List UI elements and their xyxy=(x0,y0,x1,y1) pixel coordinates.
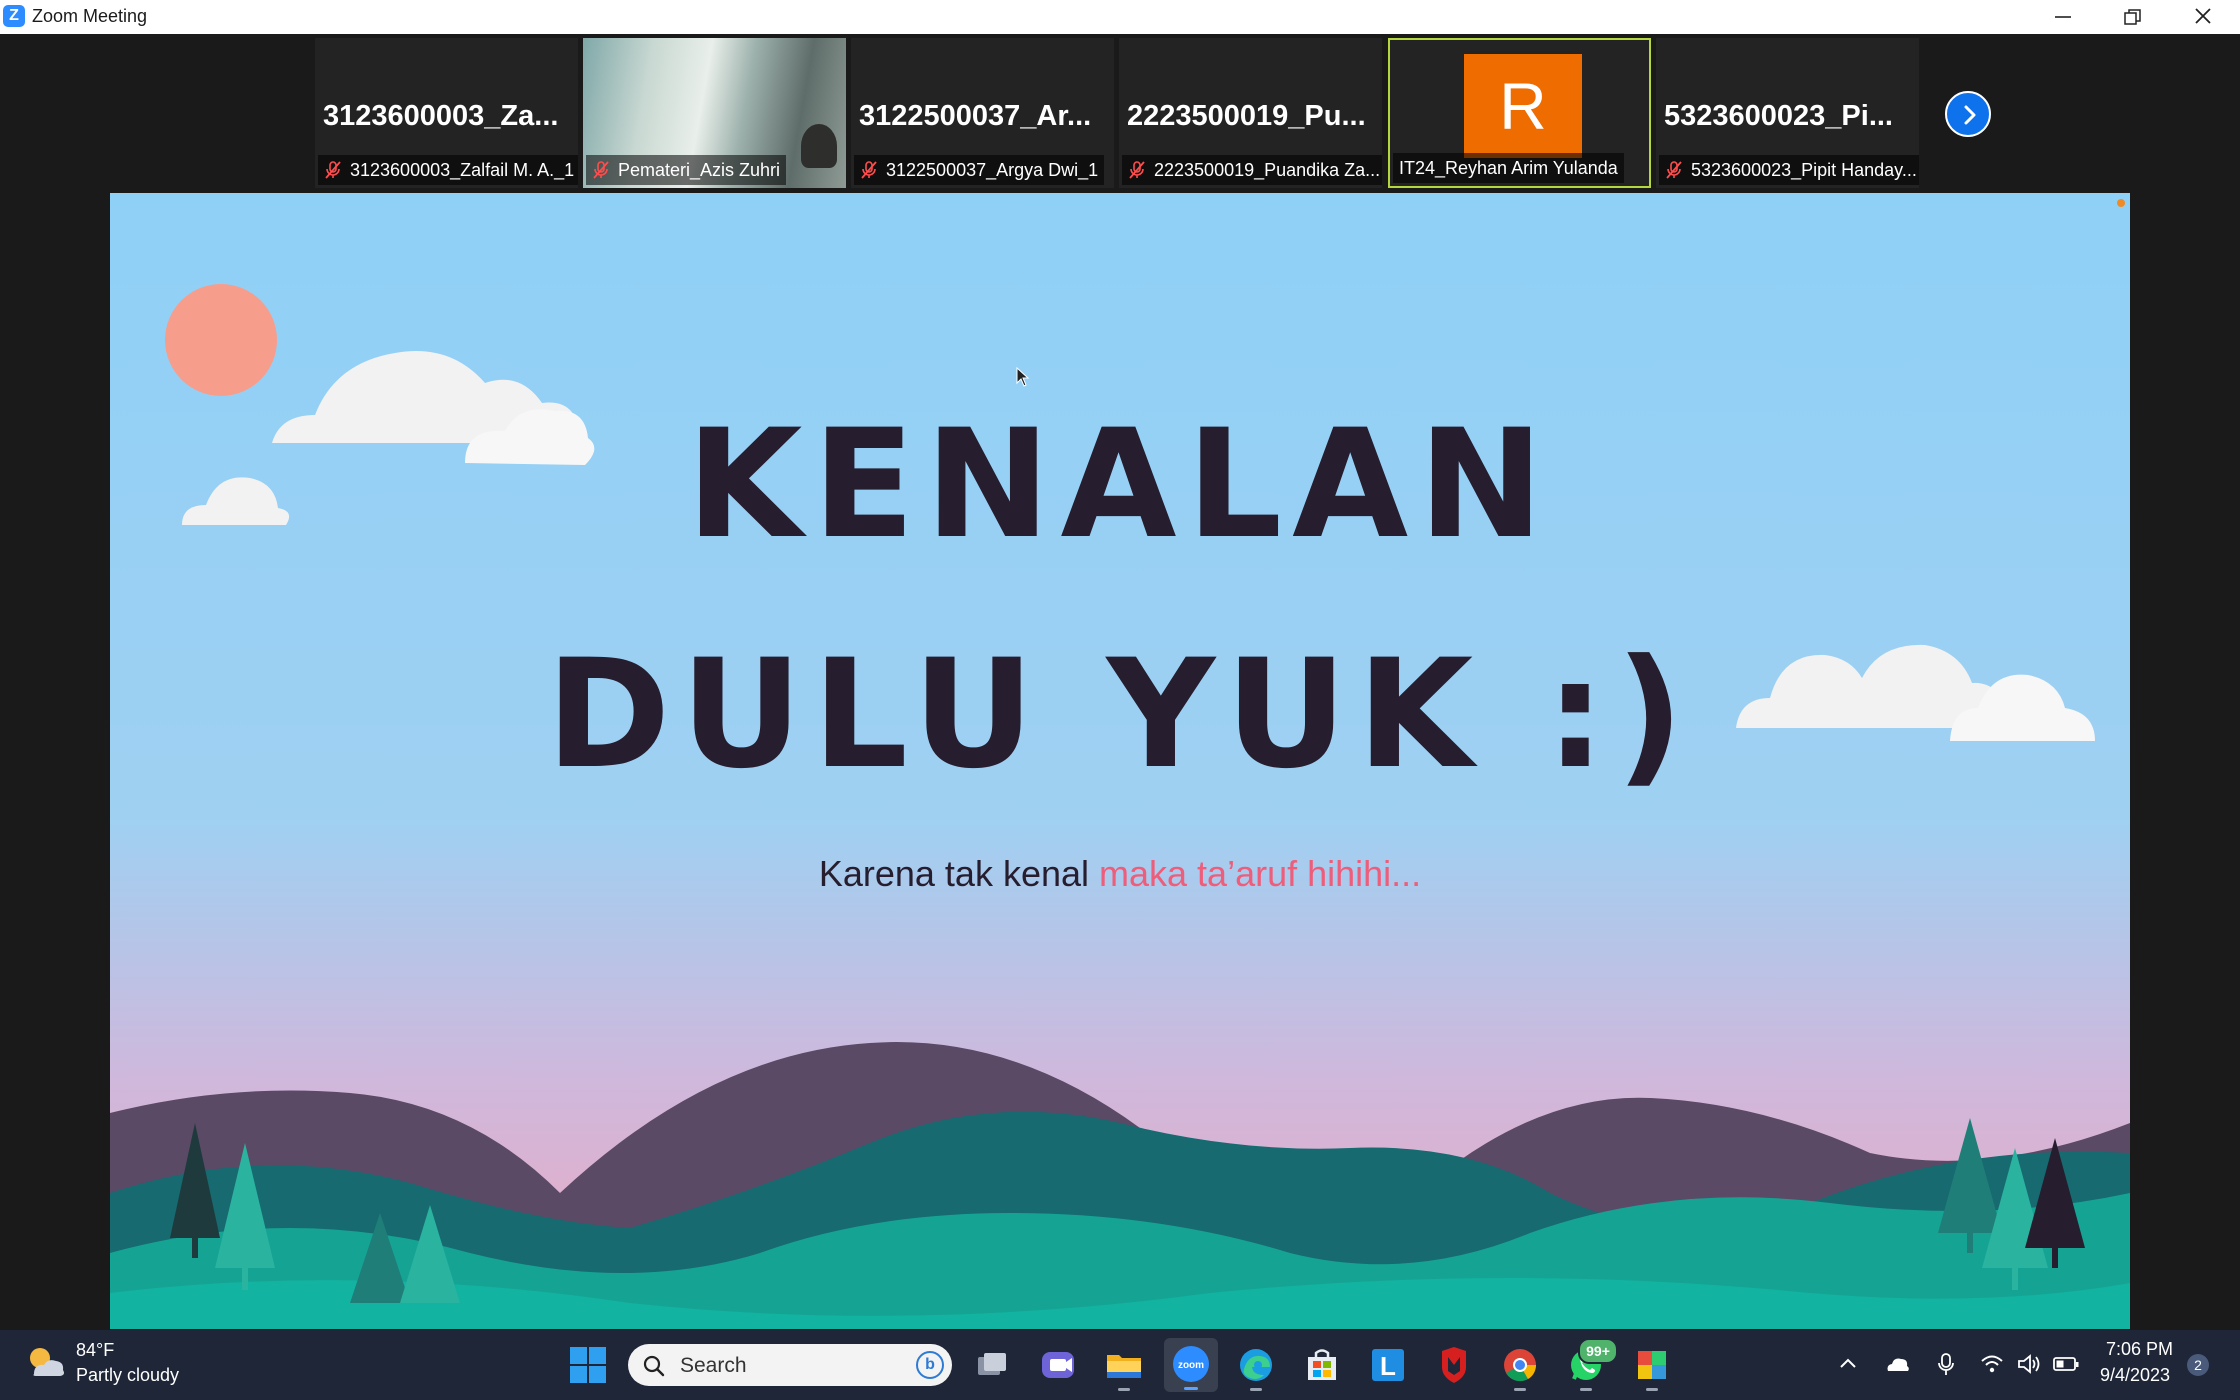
taskbar-search[interactable]: Search b xyxy=(628,1344,952,1386)
zoom-app-button[interactable]: zoom xyxy=(1164,1338,1218,1392)
participant-label-text: 5323600023_Pipit Handay... xyxy=(1691,160,1917,180)
shared-screen-slide: KENALAN DULU YUK :) Karena tak kenal mak… xyxy=(110,193,2130,1329)
zoom-app-icon: Z xyxy=(3,5,25,27)
participant-tile-video[interactable]: Pemateri_Azis Zuhri xyxy=(583,38,846,188)
participant-label-text: IT24_Reyhan Arim Yulanda xyxy=(1399,158,1618,178)
microphone-icon[interactable] xyxy=(1936,1352,1956,1378)
subtitle-main: Karena tak kenal xyxy=(818,853,1100,894)
participant-name: 5323600023_Pi... xyxy=(1664,100,1893,132)
store-icon[interactable] xyxy=(1302,1345,1342,1385)
svg-text:L: L xyxy=(1380,1351,1396,1381)
weather-description[interactable]: Partly cloudy xyxy=(76,1365,179,1386)
participant-label: Pemateri_Azis Zuhri xyxy=(586,155,787,185)
mic-muted-icon xyxy=(861,161,877,179)
onedrive-icon[interactable] xyxy=(1884,1352,1910,1376)
participant-label: IT24_Reyhan Arim Yulanda xyxy=(1393,153,1624,183)
clock-time[interactable]: 7:06 PM xyxy=(2106,1339,2173,1360)
minimize-button[interactable] xyxy=(2028,0,2098,34)
battery-icon[interactable] xyxy=(2052,1352,2080,1376)
wifi-icon[interactable] xyxy=(1980,1352,2004,1376)
weather-temperature[interactable]: 84°F xyxy=(76,1340,114,1361)
search-icon xyxy=(643,1355,665,1377)
mic-muted-icon xyxy=(1666,161,1682,179)
whatsapp-unread-badge: 99+ xyxy=(1578,1338,1618,1364)
zoom-icon: zoom xyxy=(1173,1346,1209,1382)
file-explorer-icon[interactable] xyxy=(1104,1345,1144,1391)
volume-icon[interactable] xyxy=(2016,1352,2042,1376)
slide-title-line1: KENALAN xyxy=(686,398,1554,572)
bing-icon[interactable]: b xyxy=(916,1351,944,1379)
mcafee-icon[interactable] xyxy=(1434,1345,1474,1385)
svg-text:zoom: zoom xyxy=(1178,1360,1204,1371)
chevron-right-icon xyxy=(1964,105,1976,125)
close-icon xyxy=(2195,8,2211,24)
window-title-bar: Z Zoom Meeting xyxy=(0,0,2240,34)
next-page-button[interactable] xyxy=(1945,91,1991,137)
minimize-icon xyxy=(2055,16,2071,18)
participant-tile[interactable]: 3123600003_Za... 3123600003_Zalfail M. A… xyxy=(315,38,578,188)
mic-muted-icon xyxy=(1129,161,1145,179)
start-button[interactable] xyxy=(570,1347,606,1383)
chevron-up-icon[interactable] xyxy=(1838,1352,1858,1376)
participant-name: 3122500037_Ar... xyxy=(859,100,1092,132)
mic-muted-icon xyxy=(325,161,341,179)
notification-count-badge[interactable]: 2 xyxy=(2187,1354,2209,1376)
participant-label-text: Pemateri_Azis Zuhri xyxy=(618,160,781,180)
participant-tile[interactable]: 5323600023_Pi... 5323600023_Pipit Handay… xyxy=(1656,38,1919,188)
slide-title-line2: DULU YUK :) xyxy=(546,628,1694,802)
slide-subtitle: Karena tak kenal maka ta’aruf hihihi... xyxy=(110,853,2130,895)
mic-muted-icon xyxy=(593,161,609,179)
participant-tile[interactable]: 2223500019_Pu... 2223500019_Puandika Za.… xyxy=(1119,38,1382,188)
task-view-icon[interactable] xyxy=(972,1345,1012,1385)
partly-cloudy-icon[interactable] xyxy=(24,1342,66,1382)
participant-label-text: 3122500037_Argya Dwi_1 xyxy=(886,160,1099,180)
clock-date[interactable]: 9/4/2023 xyxy=(2100,1365,2170,1386)
teams-chat-icon[interactable] xyxy=(1038,1345,1078,1385)
window-title: Zoom Meeting xyxy=(32,6,148,26)
participant-label-text: 2223500019_Puandika Za... xyxy=(1154,160,1381,180)
search-placeholder: Search xyxy=(680,1354,747,1377)
participant-label: 3123600003_Zalfail M. A._1 xyxy=(318,155,578,185)
mouse-cursor-icon xyxy=(1016,367,1030,387)
participant-name: 3123600003_Za... xyxy=(323,100,559,132)
edge-icon[interactable] xyxy=(1236,1345,1276,1391)
subtitle-accent: maka ta’aruf hihihi... xyxy=(1099,853,1422,894)
close-button[interactable] xyxy=(2168,0,2238,34)
sun xyxy=(165,284,277,396)
restore-icon xyxy=(2124,9,2141,25)
app-icon[interactable] xyxy=(1632,1345,1672,1391)
l-app-icon[interactable]: L xyxy=(1368,1345,1408,1385)
participant-label: 3122500037_Argya Dwi_1 xyxy=(854,155,1105,185)
restore-button[interactable] xyxy=(2098,0,2168,34)
participant-tile[interactable]: 3122500037_Ar... 3122500037_Argya Dwi_1 xyxy=(851,38,1114,188)
chrome-icon[interactable] xyxy=(1500,1345,1540,1391)
participant-name: 2223500019_Pu... xyxy=(1127,100,1366,132)
participant-label: 2223500019_Puandika Za... xyxy=(1122,155,1382,185)
participant-label: 5323600023_Pipit Handay... xyxy=(1659,155,1919,185)
participant-strip: 3123600003_Za... 3123600003_Zalfail M. A… xyxy=(0,34,2240,192)
participant-tile-active-speaker[interactable]: R IT24_Reyhan Arim Yulanda xyxy=(1388,38,1651,188)
share-indicator-dot xyxy=(2117,199,2125,207)
participant-label-text: 3123600003_Zalfail M. A._1 xyxy=(350,160,575,180)
avatar: R xyxy=(1464,54,1582,158)
taskbar: 84°F Partly cloudy Search b zoom L 99+ 7… xyxy=(0,1330,2240,1400)
participant-person xyxy=(801,124,837,168)
